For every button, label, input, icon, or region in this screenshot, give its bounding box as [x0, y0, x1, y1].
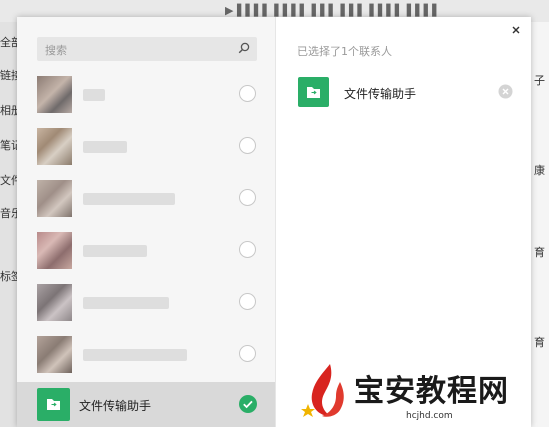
background-text: 育	[534, 246, 545, 259]
logo-icon	[301, 364, 344, 417]
select-radio[interactable]	[239, 85, 256, 102]
watermark: 宝安教程网 hcjhd.com	[296, 356, 549, 427]
select-radio[interactable]	[239, 189, 256, 206]
select-radio[interactable]	[239, 293, 256, 310]
avatar	[37, 76, 72, 113]
selection-count: 已选择了1个联系人	[297, 45, 392, 58]
contact-name	[83, 349, 187, 361]
contact-name	[83, 193, 175, 205]
contact-row[interactable]	[17, 329, 275, 381]
background-text: 育	[534, 336, 545, 349]
watermark-brand: 宝安教程网	[354, 374, 509, 409]
avatar	[37, 128, 72, 165]
background-text: 康	[534, 164, 545, 177]
search-icon[interactable]	[237, 41, 251, 55]
contact-name	[83, 89, 105, 101]
background-text: 子	[534, 74, 545, 87]
avatar	[37, 284, 72, 321]
background-header-text: ▶ ▌▌▌▌ ▌▌▌▌ ▌▌▌ ▌▌▌ ▌▌▌▌ ▌▌▌▌	[225, 4, 441, 17]
remove-icon[interactable]	[498, 84, 513, 99]
close-icon[interactable]	[509, 23, 523, 37]
contact-name: 文件传输助手	[79, 399, 152, 413]
check-icon[interactable]	[239, 395, 257, 413]
contact-name	[83, 141, 127, 153]
chosen-contact-name: 文件传输助手	[344, 87, 417, 101]
watermark-site: hcjhd.com	[406, 411, 453, 421]
contact-row[interactable]	[17, 277, 275, 329]
avatar	[37, 336, 72, 373]
contact-row-selected[interactable]: 文件传输助手	[17, 382, 275, 427]
folder-icon	[298, 77, 329, 107]
background-sidebar: 全部 链接 相册 笔记 文件 音乐 标签	[0, 22, 22, 427]
folder-icon	[37, 388, 70, 421]
contact-name	[83, 297, 169, 309]
avatar	[37, 180, 72, 217]
chosen-contact: 文件传输助手	[298, 77, 520, 107]
select-radio[interactable]	[239, 345, 256, 362]
contact-name	[83, 245, 147, 257]
contact-list-pane: 文件传输助手	[17, 17, 276, 427]
contact-row[interactable]	[17, 225, 275, 277]
contact-row[interactable]	[17, 121, 275, 173]
search-box[interactable]	[37, 37, 257, 61]
avatar	[37, 232, 72, 269]
contact-row[interactable]	[17, 69, 275, 121]
contact-row[interactable]	[17, 173, 275, 225]
select-radio[interactable]	[239, 137, 256, 154]
search-input[interactable]	[43, 40, 237, 60]
select-radio[interactable]	[239, 241, 256, 258]
